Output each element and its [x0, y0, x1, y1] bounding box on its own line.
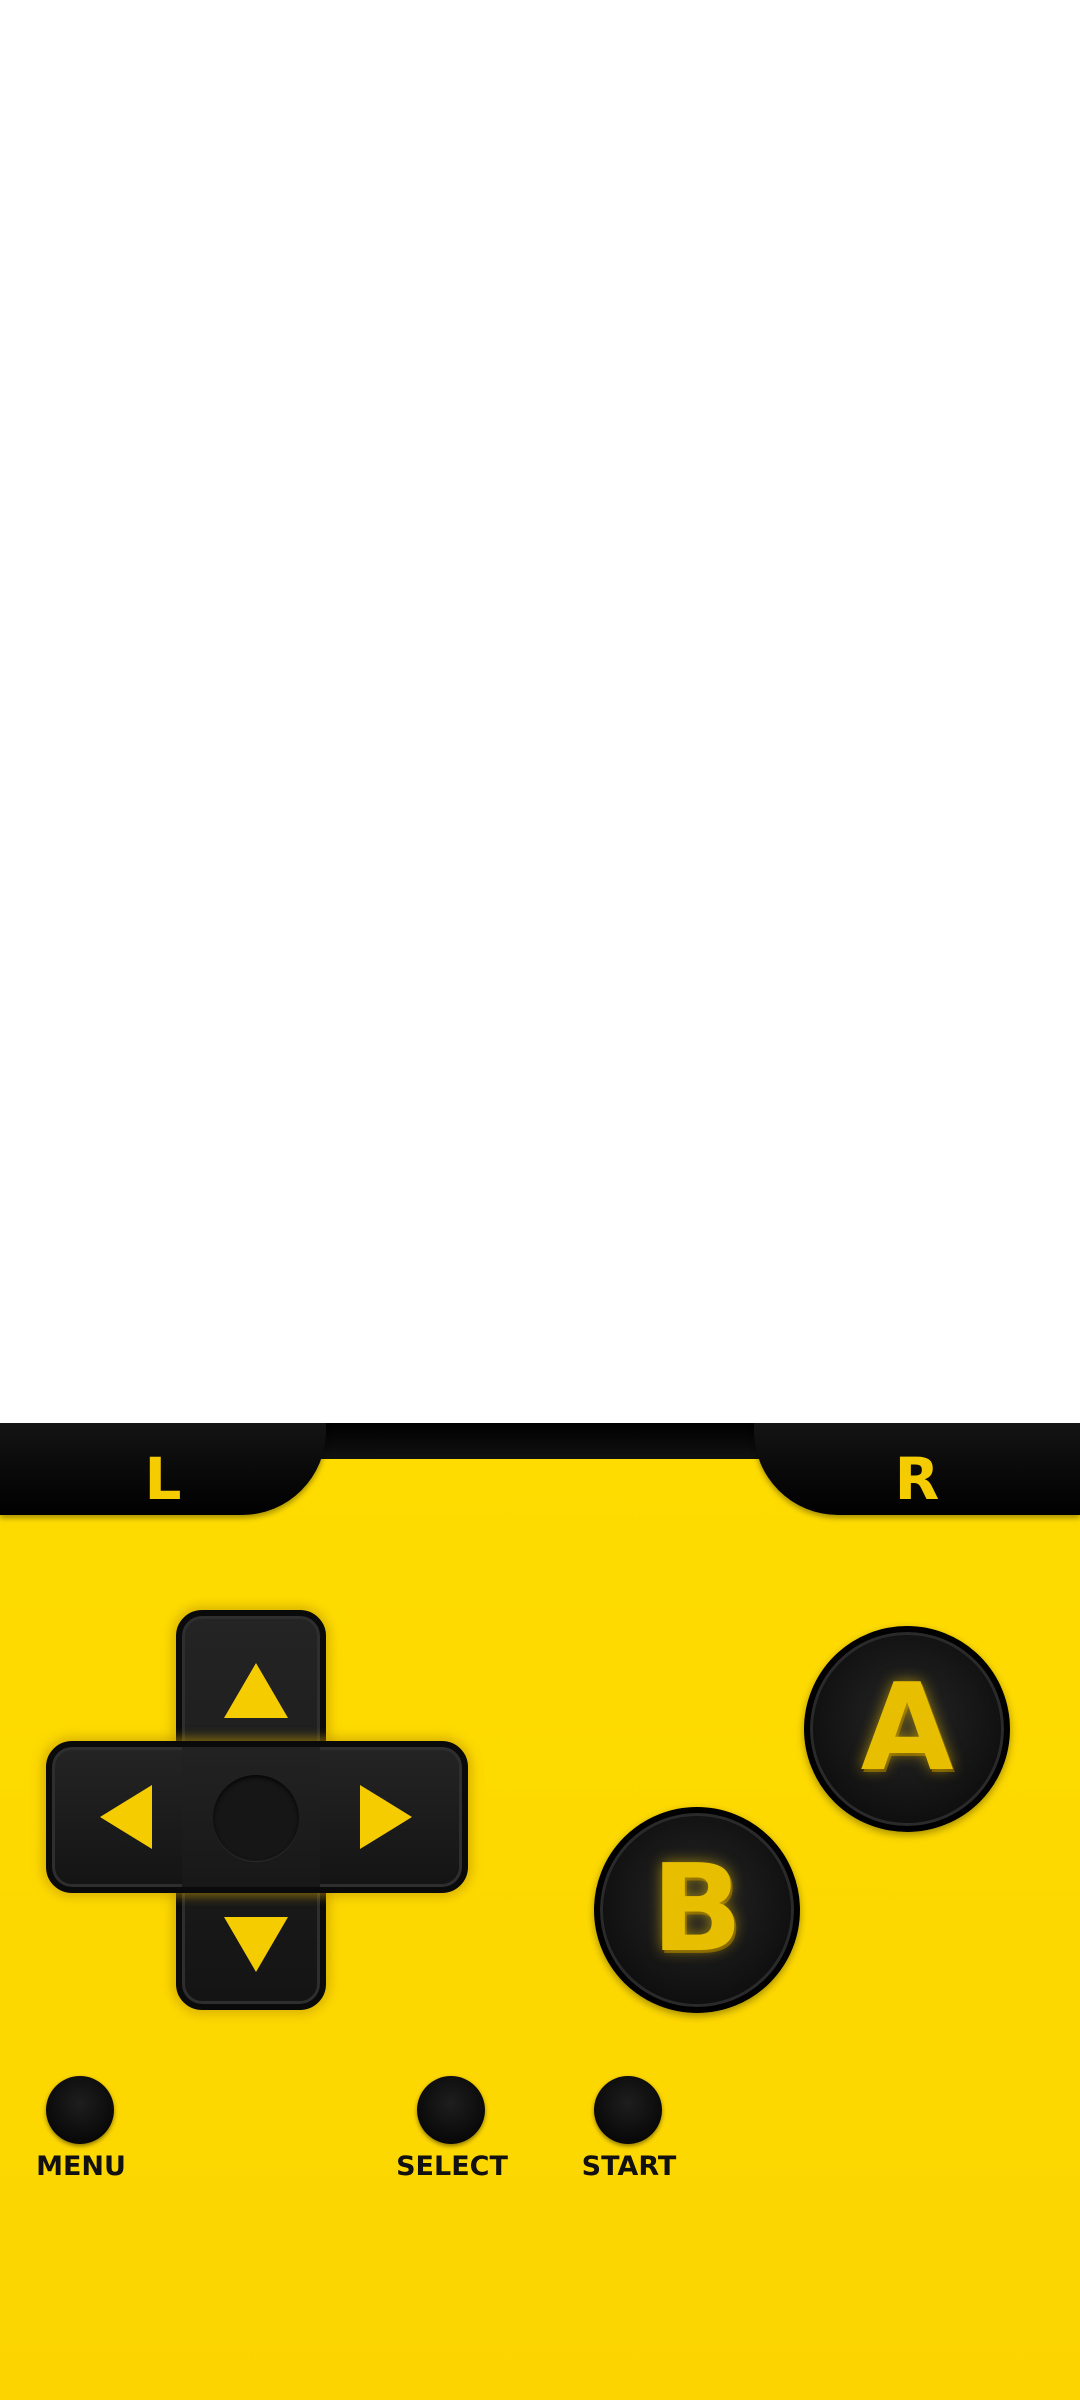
select-button[interactable] [417, 2076, 485, 2144]
a-button[interactable]: A [804, 1626, 1010, 1832]
r-shoulder-button[interactable]: R [754, 1423, 1080, 1515]
controller-skin: L R A B MENU SELECT START [0, 1423, 1080, 2400]
start-label: START [581, 2151, 677, 2182]
left-arrow-icon[interactable] [100, 1785, 152, 1849]
right-arrow-icon[interactable] [360, 1785, 412, 1849]
a-button-label: A [860, 1659, 954, 1798]
select-label: SELECT [396, 2151, 508, 2182]
down-arrow-icon[interactable] [224, 1917, 288, 1972]
b-button[interactable]: B [594, 1807, 800, 2013]
start-button[interactable] [594, 2076, 662, 2144]
up-arrow-icon[interactable] [224, 1663, 288, 1718]
menu-label: MENU [36, 2151, 126, 2182]
l-shoulder-button[interactable]: L [0, 1423, 326, 1515]
l-shoulder-label: L [144, 1445, 182, 1513]
r-shoulder-label: R [894, 1445, 940, 1513]
game-screen [0, 0, 1080, 1423]
b-button-label: B [651, 1840, 743, 1979]
menu-button[interactable] [46, 2076, 114, 2144]
dpad-center [213, 1775, 299, 1861]
